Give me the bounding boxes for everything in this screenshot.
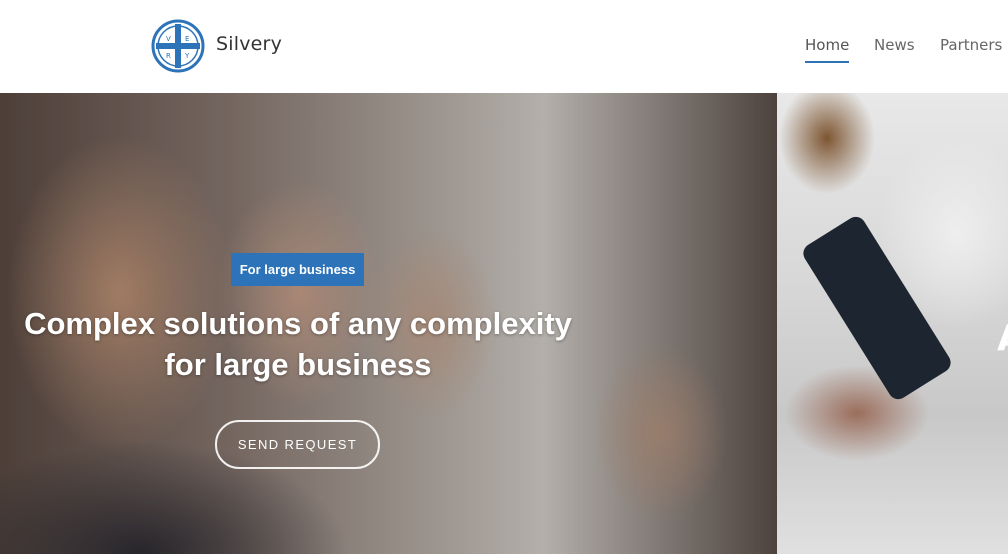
logo-letter: E xyxy=(185,35,189,43)
nav-item-label: Partners xyxy=(940,36,1003,54)
active-nav-underline xyxy=(805,61,850,63)
nav-item-label: Home xyxy=(805,36,850,54)
nav-item-news[interactable]: News xyxy=(874,36,915,54)
hero-badge: For large business xyxy=(231,253,364,286)
site-header: V E R Y Silvery Home News Partners xyxy=(0,0,1008,93)
nav-item-partners[interactable]: Partners xyxy=(940,36,1002,54)
logo-letter: R xyxy=(166,52,171,60)
next-slide-image-detail xyxy=(799,213,955,403)
logo-letter: V xyxy=(166,35,171,43)
brand-name[interactable]: Silvery xyxy=(216,33,282,55)
hero-title: Complex solutions of any complexity for … xyxy=(0,303,596,385)
send-request-button[interactable]: SEND REQUEST xyxy=(215,420,380,469)
next-slide-background-image[interactable]: A xyxy=(777,93,1008,554)
silvery-logo-icon[interactable]: V E R Y xyxy=(151,19,205,73)
next-slide-title-fragment: A xyxy=(997,318,1008,359)
hero-title-line: for large business xyxy=(164,347,432,382)
nav-item-home[interactable]: Home xyxy=(805,36,850,63)
nav-item-label: News xyxy=(874,36,915,54)
logo-letter: Y xyxy=(184,52,190,60)
hero-title-line: Complex solutions of any complexity xyxy=(24,306,572,341)
